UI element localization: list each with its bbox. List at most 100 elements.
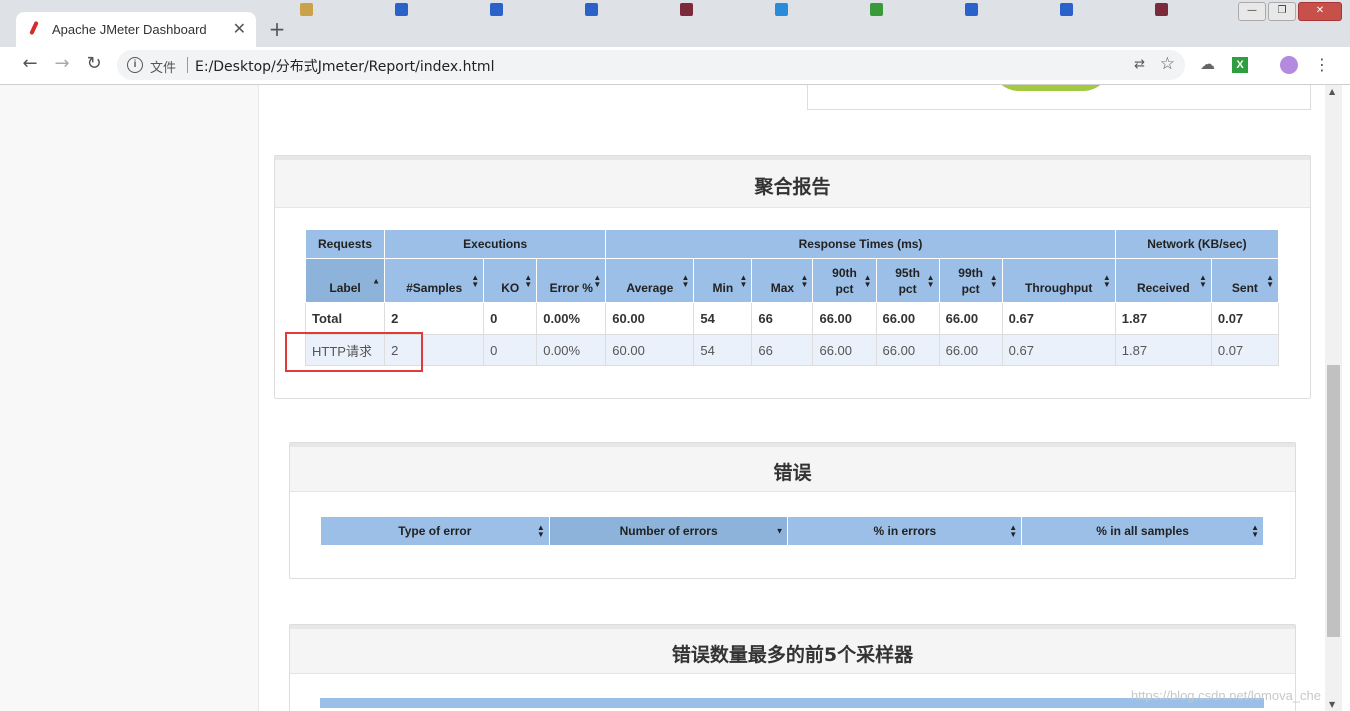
reload-button[interactable]: ↻ (82, 53, 106, 74)
translate-icon[interactable]: ⇄ (1134, 57, 1145, 72)
tab-favicon-icon (965, 3, 978, 16)
table-cell: 66.00 (812, 302, 877, 335)
errors-panel: 错误 Type of error ▲ ▼ Number of errors ▼% in … (289, 442, 1296, 579)
background-tab[interactable] (870, 3, 955, 25)
tab-title: Apache JMeter Dashboard (52, 22, 207, 37)
table-cell: 60.00 (605, 302, 695, 335)
tab-favicon-icon (1155, 3, 1168, 16)
tab-strip: Apache JMeter Dashboard ✕ + — ❐ ✕ (0, 0, 1350, 47)
sort-both-icon: ▲ ▼ (1251, 523, 1259, 539)
url-text[interactable]: E:/Desktop/分布式Jmeter/Report/index.html (195, 56, 494, 76)
errors-table: Type of error ▲ ▼ Number of errors ▼% in err… (320, 516, 1264, 546)
scroll-up-arrow-icon[interactable]: ▲ (1329, 87, 1335, 96)
tab-favicon-icon (395, 3, 408, 16)
group-header-requests: Requests (304, 229, 386, 259)
sort-both-icon: ▲ ▼ (926, 272, 935, 289)
table-row-total: Total 2 0 0.00% 60.00 54 66 66.00 66.00 66.00 0.67… (304, 302, 1280, 335)
aggregate-report-panel: 聚合报告 Requests Executions Response Times … (274, 155, 1311, 399)
group-header-executions: Executions (384, 229, 607, 259)
column-header[interactable]: Error % ▲ ▼ (536, 258, 607, 303)
group-header-response-times: Response Times (ms) (605, 229, 1116, 259)
sort-both-icon: ▲ ▼ (1009, 523, 1018, 539)
table-cell: 2 (384, 302, 485, 335)
table-cell: 66.00 (875, 302, 940, 335)
page-scrollbar[interactable]: ▲ ▼ (1325, 85, 1342, 711)
address-bar[interactable]: i 文件 E:/Desktop/分布式Jmeter/Report/index.h… (117, 50, 1185, 80)
background-tab[interactable] (490, 3, 575, 25)
highlight-box (285, 332, 423, 372)
background-tab[interactable] (300, 3, 385, 25)
security-label: 文件 (150, 61, 177, 76)
table-cell: 54 (693, 302, 753, 335)
tab-favicon-icon (775, 3, 788, 16)
background-tab[interactable] (680, 3, 765, 25)
scroll-down-arrow-icon[interactable]: ▼ (1329, 700, 1335, 709)
profile-avatar[interactable] (1280, 56, 1298, 74)
info-icon[interactable]: i (127, 57, 143, 73)
sort-both-icon: ▲ ▼ (1102, 272, 1111, 289)
tab-favicon-icon (585, 3, 598, 16)
column-header[interactable]: Min ▲ ▼ (693, 258, 753, 303)
background-tab[interactable] (965, 3, 1050, 25)
background-tab[interactable] (1155, 3, 1240, 25)
table-cell: 0.67 (1001, 302, 1116, 335)
tab-apache-jmeter-dashboard[interactable]: Apache JMeter Dashboard ✕ (16, 12, 256, 47)
background-tab[interactable] (1060, 3, 1145, 25)
browser-toolbar: ← → ↻ i 文件 E:/Desktop/分布式Jmeter/Report/i… (0, 47, 1350, 85)
table-cell: 66.00 (938, 302, 1003, 335)
sort-both-icon: ▲ ▼ (739, 272, 748, 289)
column-header[interactable]: 99th pct ▲ ▼ (938, 258, 1003, 303)
sort-both-icon: ▲ ▼ (681, 272, 690, 289)
extension-cloud-icon[interactable]: ☁ (1200, 55, 1215, 73)
close-window-button[interactable]: ✕ (1298, 2, 1342, 21)
close-tab-icon[interactable]: ✕ (233, 19, 246, 38)
sort-ascending-icon: ▲ (372, 276, 381, 285)
tab-favicon-icon (870, 3, 883, 16)
watermark: https://blog.csdn.net/lomova_che (1130, 688, 1321, 703)
table-cell: 66 (751, 302, 814, 335)
background-tab[interactable] (775, 3, 860, 25)
bookmark-star-icon[interactable]: ☆ (1160, 54, 1175, 74)
minimize-button[interactable]: — (1238, 2, 1266, 21)
column-header[interactable]: 90th pct ▲ ▼ (812, 258, 877, 303)
sort-both-icon: ▲ ▼ (524, 272, 533, 289)
table-cell: Total (304, 302, 386, 335)
page-viewport: 聚合报告 Requests Executions Response Times … (0, 85, 1325, 711)
sort-both-icon: ▲ ▼ (1198, 272, 1207, 289)
sort-descending-icon: ▼ (775, 526, 784, 536)
top5-errors-title: 错误数量最多的前5个采样器 (290, 625, 1295, 674)
column-header[interactable]: Type of error ▲ ▼ (320, 516, 550, 546)
column-header[interactable]: Throughput ▲ ▼ (1001, 258, 1116, 303)
group-header-network: Network (KB/sec) (1114, 229, 1280, 259)
sort-both-icon: ▲ ▼ (536, 523, 545, 539)
column-header[interactable]: Label ▲ (304, 258, 386, 303)
column-header[interactable]: Max ▲ ▼ (751, 258, 814, 303)
sort-both-icon: ▲ ▼ (471, 272, 480, 289)
maximize-button[interactable]: ❐ (1268, 2, 1296, 21)
column-header[interactable]: Sent ▲ ▼ (1210, 258, 1280, 303)
column-header[interactable]: #Samples ▲ ▼ (384, 258, 485, 303)
column-header[interactable]: % in errors ▲ ▼ (787, 516, 1023, 546)
column-header[interactable]: Number of errors ▼ (548, 516, 789, 546)
column-header[interactable]: 95th pct ▲ ▼ (875, 258, 940, 303)
background-tab[interactable] (585, 3, 670, 25)
back-button[interactable]: ← (18, 53, 42, 74)
scrollbar-thumb[interactable] (1327, 365, 1340, 637)
extension-x-icon[interactable]: X (1232, 57, 1248, 73)
sort-both-icon: ▲ ▼ (1266, 272, 1274, 289)
column-header[interactable]: Received ▲ ▼ (1114, 258, 1212, 303)
column-header[interactable]: KO ▲ ▼ (483, 258, 538, 303)
sort-both-icon: ▲ ▼ (989, 272, 998, 289)
window-controls: — ❐ ✕ (1238, 2, 1342, 21)
column-header[interactable]: % in all samples ▲ ▼ (1021, 516, 1264, 546)
table-cell: 0.00% (536, 334, 607, 366)
forward-button[interactable]: → (50, 53, 74, 74)
sort-both-icon: ▲ ▼ (593, 272, 602, 289)
background-tab[interactable] (395, 3, 480, 25)
browser-menu-icon[interactable]: ⋮ (1314, 55, 1330, 74)
table-cell: 60.00 (605, 334, 695, 366)
column-header[interactable]: Average ▲ ▼ (605, 258, 695, 303)
tab-favicon-icon (300, 3, 313, 16)
table-cell: 66.00 (875, 334, 940, 366)
new-tab-button[interactable]: + (264, 17, 290, 43)
